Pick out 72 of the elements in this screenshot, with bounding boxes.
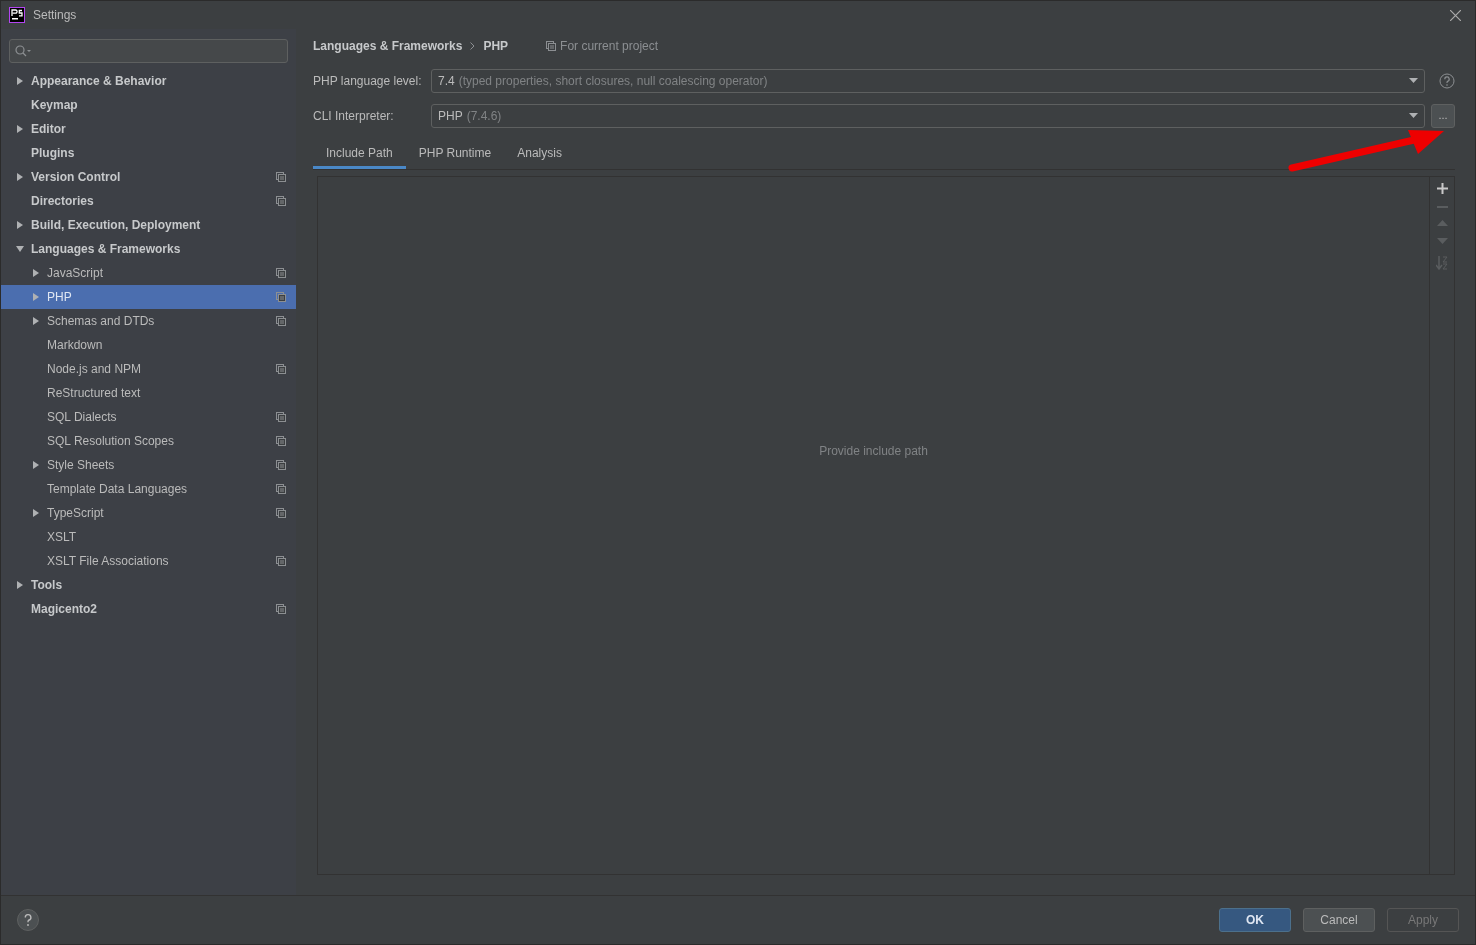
browse-button[interactable]: ... xyxy=(1431,103,1455,128)
tree-item[interactable]: PHP xyxy=(1,285,296,309)
breadcrumb-item: Languages & Frameworks xyxy=(313,39,463,53)
tree-item[interactable]: Tools xyxy=(1,573,296,597)
tree-item[interactable]: Plugins xyxy=(1,141,296,165)
tree-item[interactable]: Editor xyxy=(1,117,296,141)
expand-arrow-icon[interactable] xyxy=(16,581,24,589)
project-icon xyxy=(276,172,286,182)
chevron-icon xyxy=(470,42,476,50)
help-icon[interactable] xyxy=(17,909,39,931)
dialog-button[interactable]: Cancel xyxy=(1303,908,1375,932)
project-icon xyxy=(276,484,286,494)
project-icon xyxy=(276,604,286,614)
tree-item[interactable]: XSLT xyxy=(1,525,296,549)
tab[interactable]: Analysis xyxy=(504,137,575,169)
expand-arrow-icon[interactable] xyxy=(32,269,40,277)
tree-item[interactable]: TypeScript xyxy=(1,501,296,525)
tree-item[interactable]: XSLT File Associations xyxy=(1,549,296,573)
field-label: CLI Interpreter: xyxy=(313,108,395,123)
tree-item[interactable]: Build, Execution, Deployment xyxy=(1,213,296,237)
dropdown-arrow-icon xyxy=(1409,113,1418,118)
expand-arrow-icon[interactable] xyxy=(32,317,40,325)
search-field[interactable] xyxy=(9,39,288,63)
collapse-arrow-icon[interactable] xyxy=(16,245,24,253)
tab[interactable]: Include Path xyxy=(313,137,406,169)
project-icon xyxy=(276,316,286,326)
expand-arrow-icon[interactable] xyxy=(16,173,24,181)
project-scope-icon xyxy=(546,41,557,51)
tree-item[interactable]: Keymap xyxy=(1,93,296,117)
tree-item[interactable]: Markdown xyxy=(1,333,296,357)
field-label: PHP language level: xyxy=(313,73,423,88)
tree-item[interactable]: Template Data Languages xyxy=(1,477,296,501)
search-icon xyxy=(15,45,31,57)
expand-arrow-icon[interactable] xyxy=(16,125,24,133)
tree-item[interactable]: Style Sheets xyxy=(1,453,296,477)
project-icon xyxy=(276,268,286,278)
project-icon xyxy=(276,508,286,518)
window-title: Settings xyxy=(33,8,77,22)
tree-item[interactable]: ReStructured text xyxy=(1,381,296,405)
add-icon[interactable] xyxy=(1436,183,1448,194)
dropdown[interactable]: PHP (7.4.6) xyxy=(431,103,1425,128)
scope-label: For current project xyxy=(560,39,659,53)
tree-item[interactable]: SQL Resolution Scopes xyxy=(1,429,296,453)
help-icon[interactable] xyxy=(1439,72,1455,89)
tab[interactable]: PHP Runtime xyxy=(405,137,505,169)
project-icon xyxy=(276,556,286,566)
tree-item[interactable]: Magicento2 xyxy=(1,597,296,621)
tree-item[interactable]: Version Control xyxy=(1,165,296,189)
dropdown[interactable]: 7.4 (typed properties, short closures, null coalescing operator) xyxy=(431,68,1425,93)
project-icon xyxy=(276,412,286,422)
expand-arrow-icon[interactable] xyxy=(32,509,40,517)
tree-item[interactable]: Appearance & Behavior xyxy=(1,69,296,93)
tree-item[interactable]: Directories xyxy=(1,189,296,213)
project-icon xyxy=(276,364,286,374)
app-logo-icon xyxy=(9,7,25,23)
project-icon xyxy=(276,196,286,206)
tree-item[interactable]: SQL Dialects xyxy=(1,405,296,429)
dropdown-arrow-icon xyxy=(1409,78,1418,83)
tree-item[interactable]: JavaScript xyxy=(1,261,296,285)
close-icon[interactable] xyxy=(1450,9,1461,21)
expand-arrow-icon[interactable] xyxy=(16,77,24,85)
project-icon xyxy=(276,292,286,302)
dialog-button[interactable]: OK xyxy=(1219,908,1291,932)
breadcrumb-item: PHP xyxy=(483,39,509,53)
project-icon xyxy=(276,436,286,446)
tree-item[interactable]: Node.js and NPM xyxy=(1,357,296,381)
empty-message: Provide include path xyxy=(819,443,928,458)
expand-arrow-icon[interactable] xyxy=(32,461,40,469)
tree-item[interactable]: Languages & Frameworks xyxy=(1,237,296,261)
tree-item[interactable]: Schemas and DTDs xyxy=(1,309,296,333)
expand-arrow-icon[interactable] xyxy=(16,221,24,229)
project-icon xyxy=(276,460,286,470)
